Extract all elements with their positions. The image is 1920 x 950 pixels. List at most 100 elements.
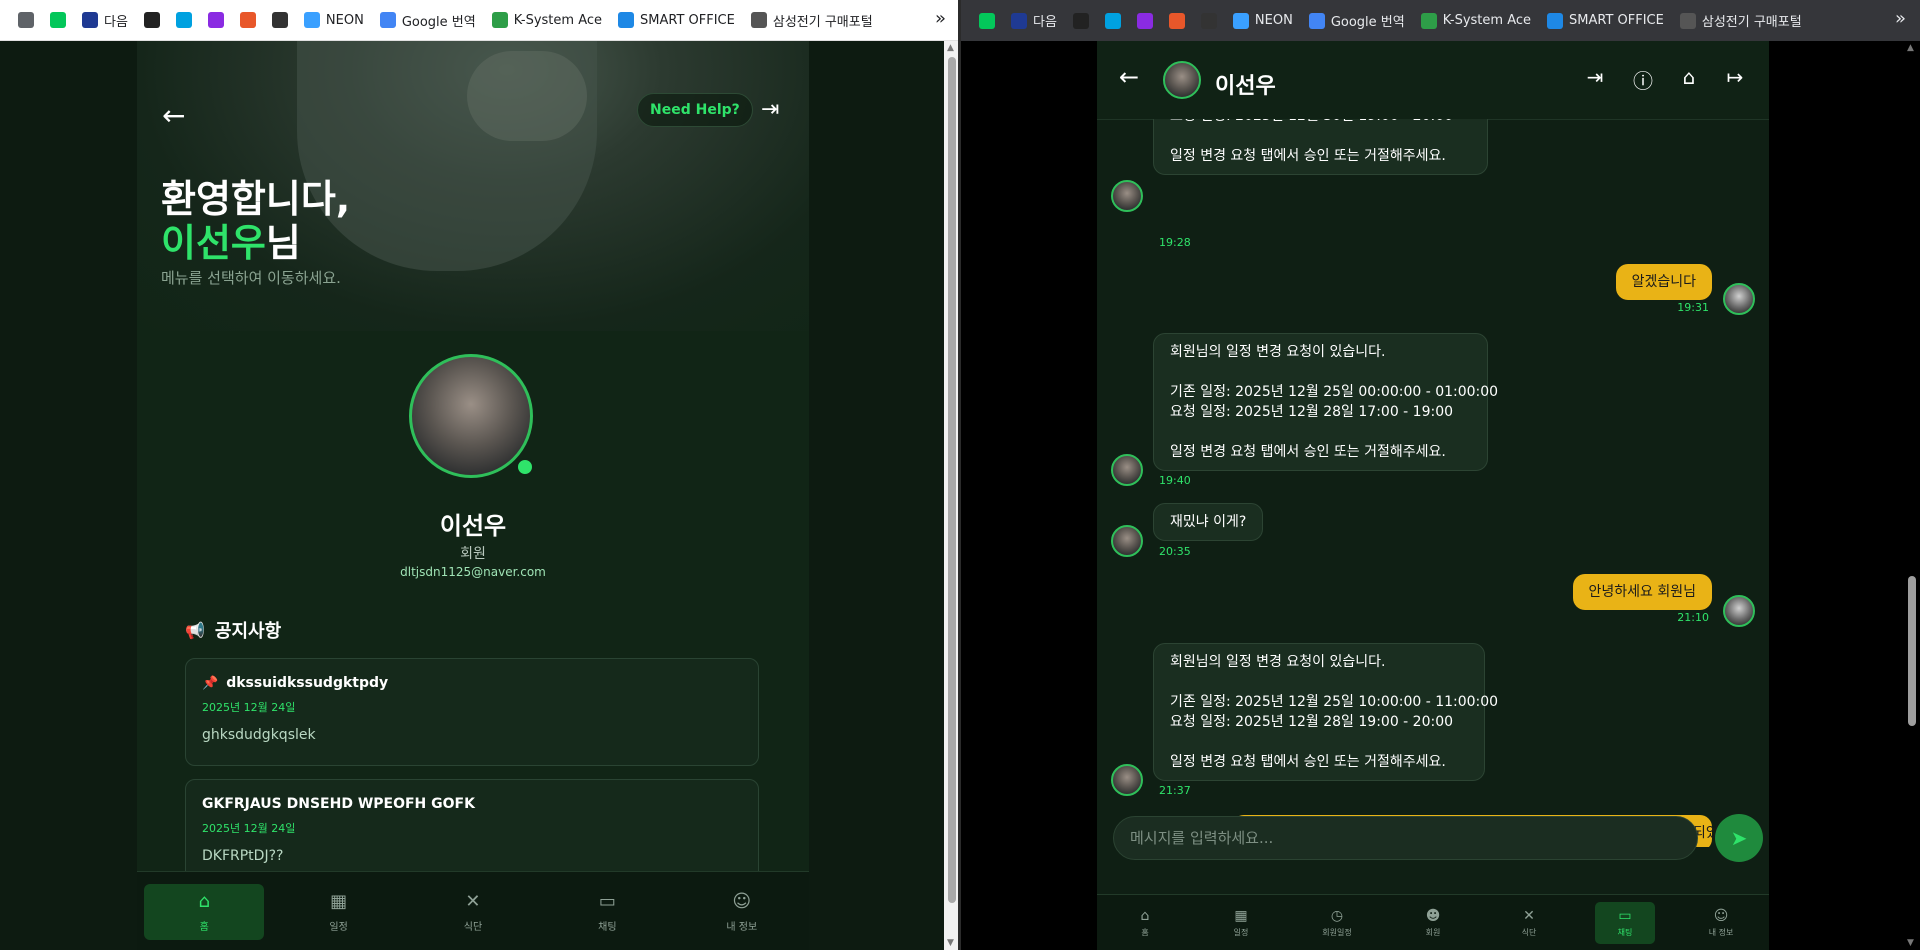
bookmark-item[interactable]: SMART OFFICE [610,6,743,34]
bookmark-item[interactable]: K-System Ace [484,6,610,34]
message-line: 요청 일정: 2025년 12월 28일 17:00 - 19:00 [1170,404,1454,420]
bookmark-item[interactable] [232,6,264,34]
bookmark-item[interactable] [42,6,74,34]
bookmark-item[interactable] [1193,7,1225,35]
logout-icon[interactable]: ↦ [1721,65,1749,89]
nav-item-4[interactable]: ✕ 식단 [1499,902,1559,944]
globe-icon [1679,12,1696,29]
nav-item-4[interactable]: ☺ 내 정보 [682,884,802,940]
bookmark-app-icon [1168,12,1185,29]
daum-icon [82,12,98,28]
nav-item-0[interactable]: ⌂ 홈 [1115,902,1175,944]
chat-partner-name: 이선우 [1215,74,1276,99]
sender-avatar [1111,764,1143,796]
home-icon[interactable]: ⌂ [1675,65,1703,89]
bookmark-item[interactable] [264,6,296,34]
hero-banner: ← Need Help? ⇥ 환영합니다, 이선우님 메뉴를 선택하여 이동하세… [137,41,809,331]
notice-title: 공지사항 [214,621,282,642]
back-arrow-icon[interactable]: ← [162,99,185,132]
nav-item-1[interactable]: ▦ 일정 [1211,902,1271,944]
bookmark-item[interactable]: Google 번역 [1301,7,1413,35]
k-system-icon [491,12,508,28]
bookmark-label: NEON [325,12,364,28]
scroll-up-icon[interactable]: ▲ [947,43,954,53]
bookmark-label: Google 번역 [1330,15,1405,30]
message-time: 21:10 [1677,611,1709,624]
bookmark-item[interactable]: K-System Ace [1413,7,1539,35]
utensils-icon: ✕ [1523,908,1535,924]
welcome-suffix: 님 [265,221,301,265]
bookmark-item[interactable] [168,6,200,34]
nav-item-3[interactable]: ☻ 회원 [1403,902,1463,944]
nav-item-2[interactable]: ✕ 식단 [413,884,533,940]
notice-header: 📢 공지사항 [185,617,281,643]
bookmark-app-icon [239,12,256,28]
scroll-down-icon[interactable]: ▼ [947,938,954,948]
bookmark-item[interactable]: Google 번역 [372,6,484,34]
nav-item-5[interactable]: ▭ 채팅 [1595,902,1655,944]
message-line: 안녕하세요 회원님 [1588,584,1697,600]
left-browser-window: 다음 NEON Google 번역 K-System Ace SMART OFFICE 삼… [0,0,960,950]
nav-item-2[interactable]: ◷ 회원일정 [1307,902,1367,944]
bookmarks-more-icon[interactable]: » [935,8,946,29]
calendar-icon: ▦ [1234,908,1248,924]
scrollbar[interactable]: ▲ ▼ [1904,41,1920,950]
bookmark-item[interactable]: 삼성전기 구매포털 [1672,7,1810,35]
bookmark-item[interactable]: 삼성전기 구매포털 [743,6,881,34]
sender-avatar [1111,180,1143,212]
message-list[interactable]: 요청 일정: 2025년 12월 30일 19:00 - 20:00 일정 변경… [1097,119,1769,847]
message-line: 회원님의 일정 변경 요청이 있습니다. [1170,344,1386,360]
openai-icon [1072,12,1089,29]
bookmark-item[interactable] [200,6,232,34]
bookmark-item[interactable] [1129,7,1161,35]
bookmark-item[interactable] [1161,7,1193,35]
bookmark-app-icon [1136,12,1153,29]
nav-item-1[interactable]: ▦ 일정 [279,884,399,940]
bookmark-item[interactable] [10,6,42,34]
bookmark-item[interactable]: NEON [296,6,372,34]
scrollbar-thumb[interactable] [948,57,956,903]
scroll-up-icon[interactable]: ▲ [1907,43,1914,53]
message-line: 요청 일정: 2025년 12월 28일 19:00 - 20:00 [1170,714,1454,730]
message-line: 일정 변경 요청 탭에서 승인 또는 거절해주세요. [1170,148,1446,164]
home-icon: ⌂ [198,890,210,912]
scroll-down-icon[interactable]: ▼ [1907,938,1914,948]
message-line [1170,732,1468,752]
nav-item-3[interactable]: ▭ 채팅 [547,884,667,940]
chat-page: ← 이선우 ⇥ ⓘ ⌂ ↦ 요청 일정: 2025년 12월 30일 19:00… [1097,41,1769,950]
bookmark-item[interactable]: NEON [1225,7,1301,35]
bookmark-item[interactable] [971,7,1003,35]
login-icon[interactable]: ⇥ [1581,65,1609,89]
neon-icon [1232,12,1249,29]
bookmark-item[interactable]: 다음 [1003,7,1065,35]
logout-icon[interactable]: ⇥ [761,97,779,122]
message-time: 21:37 [1159,784,1191,797]
nav-item-0[interactable]: ⌂ 홈 [144,883,265,940]
help-circle-icon[interactable]: ⓘ [1629,65,1657,94]
bookmark-item[interactable]: SMART OFFICE [1539,7,1672,35]
message-line: 회원님의 일정 변경 요청이 있습니다. [1170,654,1386,670]
bookmark-item[interactable] [1097,7,1129,35]
nav-label: 일정 [329,921,348,933]
back-arrow-icon[interactable]: ← [1119,63,1139,91]
nav-label: 내 정보 [1708,928,1734,937]
send-icon[interactable]: ➤ [1715,814,1763,862]
scrollbar-thumb[interactable] [1908,576,1916,726]
notice-card[interactable]: 📌 dkssuidkssudgktpdy 2025년 12월 24일 ghksdu… [185,658,759,766]
bookmarks-more-icon[interactable]: » [1895,8,1906,29]
bookmark-item[interactable] [136,6,168,34]
chat-partner-avatar [1163,61,1201,99]
bookmark-item[interactable] [1065,7,1097,35]
bottom-nav: ⌂ 홈 ▦ 일정 ✕ 식단 ▭ 채팅 ☺ 내 정보 [137,871,809,950]
notice-card-date: 2025년 12월 24일 [202,701,296,714]
message-input[interactable]: 메시지를 입력하세요... [1113,816,1698,860]
bookmark-item[interactable]: 다음 [74,6,136,34]
incoming-message: 회원님의 일정 변경 요청이 있습니다. 기존 일정: 2025년 12월 25… [1153,643,1498,781]
nav-item-6[interactable]: ☺ 내 정보 [1691,902,1751,944]
bookmark-app-icon [175,12,192,28]
incoming-message: 회원님의 일정 변경 요청이 있습니다. 기존 일정: 2025년 12월 25… [1153,333,1498,471]
bookmark-app-icon [271,12,288,28]
need-help-button[interactable]: Need Help? [637,93,753,127]
bookmarks-bar: 다음 NEON Google 번역 K-System Ace SMART OFFICE 삼… [0,0,960,41]
outgoing-message: 안녕하세요 회원님 [1572,574,1712,610]
